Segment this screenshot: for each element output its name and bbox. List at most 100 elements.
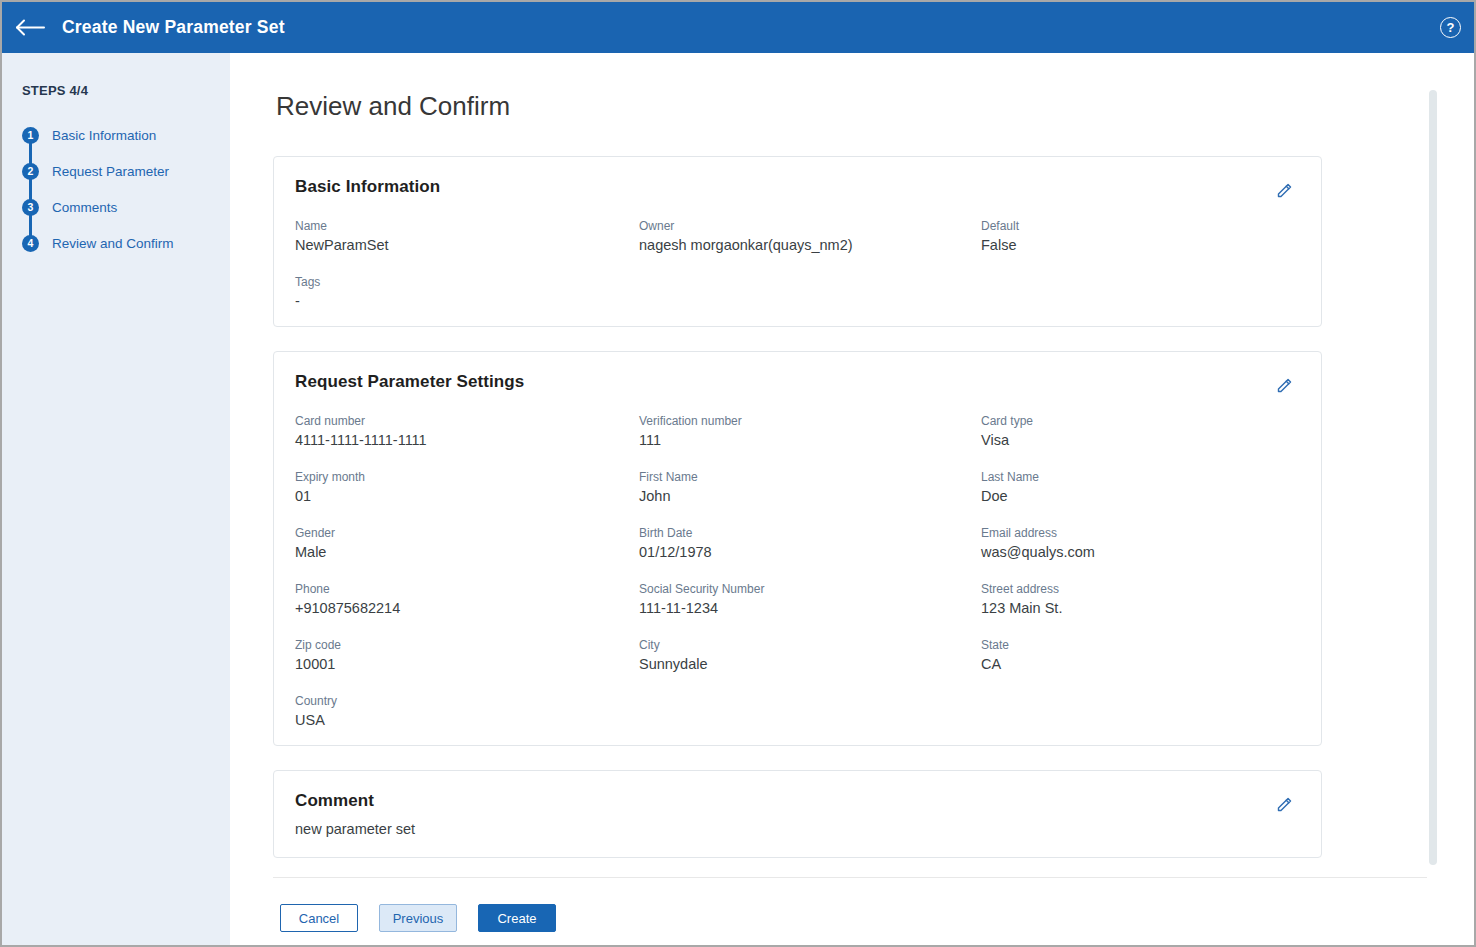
step-number-badge: 2 xyxy=(22,163,39,180)
fields-grid: Name NewParamSetOwner nagesh morgaonkar(qu… xyxy=(295,219,1297,310)
step-label: Review and Confirm xyxy=(52,236,174,251)
previous-button[interactable]: Previous xyxy=(379,904,457,932)
top-bar: Create New Parameter Set ? xyxy=(2,2,1474,53)
field: Gender Male xyxy=(295,526,639,561)
field-label: Street address xyxy=(981,582,1297,596)
field-value: NewParamSet xyxy=(295,237,639,254)
card-title: Request Parameter Settings xyxy=(295,372,1297,392)
field-value: 111 xyxy=(639,432,981,449)
stepper: 1 Basic Information 2 Request Parameter … xyxy=(22,117,212,261)
step-number-badge: 3 xyxy=(22,199,39,216)
field-label: Last Name xyxy=(981,470,1297,484)
field: First Name John xyxy=(639,470,981,505)
field-label: Country xyxy=(295,694,639,708)
field: Zip code 10001 xyxy=(295,638,639,673)
edit-request-parameter-button[interactable] xyxy=(1276,377,1293,397)
step-number-badge: 1 xyxy=(22,127,39,144)
pencil-icon xyxy=(1276,796,1293,813)
pencil-icon xyxy=(1276,182,1293,199)
field-value: 111-11-1234 xyxy=(639,600,981,617)
field-value: CA xyxy=(981,656,1297,673)
cancel-button[interactable]: Cancel xyxy=(280,904,358,932)
edit-comment-button[interactable] xyxy=(1276,796,1293,816)
field-label: Zip code xyxy=(295,638,639,652)
field: Default False xyxy=(981,219,1297,254)
fields-grid: Card number 4111-1111-1111-1111Verificati… xyxy=(295,414,1297,729)
field: Tags - xyxy=(295,275,639,310)
field-value: False xyxy=(981,237,1297,254)
question-mark-icon: ? xyxy=(1447,20,1455,35)
card-title: Comment xyxy=(295,791,1297,811)
step-basic-information[interactable]: 1 Basic Information xyxy=(22,117,212,153)
field: Last Name Doe xyxy=(981,470,1297,505)
back-arrow-icon xyxy=(15,19,45,36)
card-basic-information: Basic Information Name NewParamSetOwner na… xyxy=(273,156,1322,327)
field-value: 10001 xyxy=(295,656,639,673)
help-button[interactable]: ? xyxy=(1440,17,1461,38)
field-label: Default xyxy=(981,219,1297,233)
page-title: Create New Parameter Set xyxy=(62,17,285,38)
field: Phone +910875682214 xyxy=(295,582,639,617)
field: Card number 4111-1111-1111-1111 xyxy=(295,414,639,449)
field: Name NewParamSet xyxy=(295,219,639,254)
step-comments[interactable]: 3 Comments xyxy=(22,189,212,225)
pencil-icon xyxy=(1276,377,1293,394)
card-comment: Comment new parameter set xyxy=(273,770,1322,858)
field: Social Security Number 111-11-1234 xyxy=(639,582,981,617)
field-value: nagesh morgaonkar(quays_nm2) xyxy=(639,237,981,254)
field-value: +910875682214 xyxy=(295,600,639,617)
field-value: Doe xyxy=(981,488,1297,505)
steps-progress-label: STEPS 4/4 xyxy=(22,83,230,98)
step-label: Basic Information xyxy=(52,128,156,143)
field-value: 01/12/1978 xyxy=(639,544,981,561)
field: Email address was@qualys.com xyxy=(981,526,1297,561)
create-button[interactable]: Create xyxy=(478,904,556,932)
field-label: Social Security Number xyxy=(639,582,981,596)
field-value: Sunnydale xyxy=(639,656,981,673)
step-label: Comments xyxy=(52,200,117,215)
field-value: was@qualys.com xyxy=(981,544,1297,561)
card-title: Basic Information xyxy=(295,177,1297,197)
field-label: Owner xyxy=(639,219,981,233)
field: Birth Date 01/12/1978 xyxy=(639,526,981,561)
field-value: 4111-1111-1111-1111 xyxy=(295,432,639,449)
field-label: State xyxy=(981,638,1297,652)
field-label: Card number xyxy=(295,414,639,428)
field-value: Visa xyxy=(981,432,1297,449)
field: Country USA xyxy=(295,694,639,729)
action-buttons: Cancel Previous Create xyxy=(280,904,1474,932)
edit-basic-information-button[interactable] xyxy=(1276,182,1293,202)
field-label: Gender xyxy=(295,526,639,540)
comment-text: new parameter set xyxy=(295,821,1297,841)
field-value: 01 xyxy=(295,488,639,505)
field-label: Name xyxy=(295,219,639,233)
field-label: Card type xyxy=(981,414,1297,428)
field: Expiry month 01 xyxy=(295,470,639,505)
field-value: 123 Main St. xyxy=(981,600,1297,617)
field: Street address 123 Main St. xyxy=(981,582,1297,617)
step-request-parameter[interactable]: 2 Request Parameter xyxy=(22,153,212,189)
main-content: Review and Confirm Basic Information Nam… xyxy=(230,53,1474,945)
card-request-parameter-settings: Request Parameter Settings Card number 41… xyxy=(273,351,1322,746)
field: Card type Visa xyxy=(981,414,1297,449)
field-value: John xyxy=(639,488,981,505)
field-label: Birth Date xyxy=(639,526,981,540)
field: State CA xyxy=(981,638,1297,673)
field-value: Male xyxy=(295,544,639,561)
scrollbar-thumb[interactable] xyxy=(1429,90,1437,865)
field-label: Phone xyxy=(295,582,639,596)
field-label: Expiry month xyxy=(295,470,639,484)
field-label: City xyxy=(639,638,981,652)
field-label: Verification number xyxy=(639,414,981,428)
review-heading: Review and Confirm xyxy=(276,91,1474,122)
field: Verification number 111 xyxy=(639,414,981,449)
field: Owner nagesh morgaonkar(quays_nm2) xyxy=(639,219,981,254)
field-label: Email address xyxy=(981,526,1297,540)
field-label: First Name xyxy=(639,470,981,484)
step-review-and-confirm[interactable]: 4 Review and Confirm xyxy=(22,225,212,261)
field-label: Tags xyxy=(295,275,639,289)
step-label: Request Parameter xyxy=(52,164,169,179)
field-value: - xyxy=(295,293,639,310)
field-value: USA xyxy=(295,712,639,729)
back-button[interactable] xyxy=(15,19,45,36)
